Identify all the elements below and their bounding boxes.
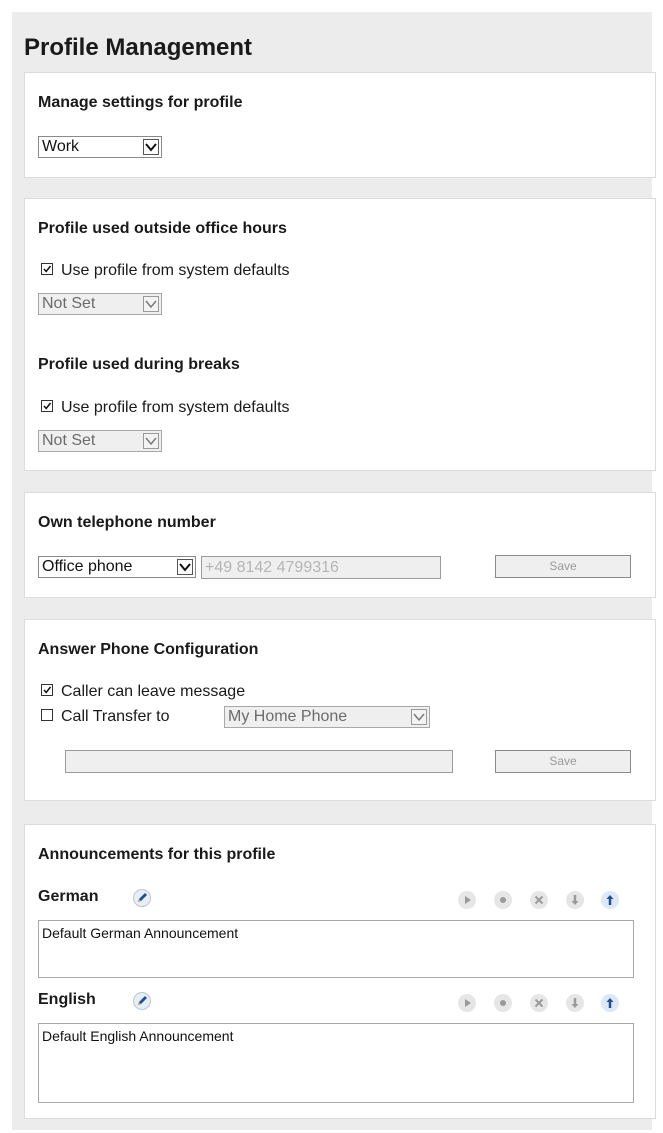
chevron-down-icon [143,139,159,155]
phone-type-select[interactable]: Office phone [38,556,196,578]
checkbox-unchecked-icon[interactable] [41,708,53,721]
chevron-down-icon [143,296,159,312]
answer-phone-title: Answer Phone Configuration [38,641,259,658]
chevron-down-icon [411,709,427,725]
download-icon[interactable] [566,994,584,1012]
own-number-save-button[interactable]: Save [495,555,631,578]
answer-phone-panel: Answer Phone Configuration Caller can le… [24,619,656,801]
chevron-down-icon [143,433,159,449]
play-icon[interactable] [458,891,476,909]
manage-settings-title: Manage settings for profile [38,94,243,111]
own-number-input[interactable]: +49 8142 4799316 [201,556,441,579]
caller-leave-message-checkbox[interactable]: Caller can leave message [41,683,245,701]
checkbox-checked-icon[interactable] [41,683,53,696]
delete-icon[interactable] [530,891,548,909]
own-number-panel: Own telephone number Office phone +49 81… [24,492,656,598]
breaks-select-value: Not Set [42,432,96,449]
outside-hours-select[interactable]: Not Set [38,293,162,315]
outside-hours-checkbox-label: Use profile from system defaults [61,262,290,279]
record-icon[interactable] [494,891,512,909]
edit-icon[interactable] [133,992,151,1010]
call-transfer-checkbox[interactable]: Call Transfer to [41,708,169,726]
breaks-checkbox-label: Use profile from system defaults [61,399,290,416]
profile-select-value: Work [42,138,80,155]
announcements-title: Announcements for this profile [38,846,276,863]
german-announcement-text[interactable]: Default German Announcement [38,920,634,978]
answer-phone-save-button[interactable]: Save [495,750,631,773]
announcement-language-german: German [38,888,99,905]
own-number-title: Own telephone number [38,514,216,531]
english-announcement-text[interactable]: Default English Announcement [38,1023,634,1103]
manage-settings-panel: Manage settings for profile Work [24,72,656,178]
play-icon[interactable] [458,994,476,1012]
delete-icon[interactable] [530,994,548,1012]
phone-type-select-value: Office phone [42,558,133,575]
breaks-title: Profile used during breaks [38,356,240,373]
outside-hours-select-value: Not Set [42,295,96,312]
outside-hours-default-checkbox[interactable]: Use profile from system defaults [41,262,290,280]
profile-select[interactable]: Work [38,136,162,158]
breaks-select[interactable]: Not Set [38,430,162,452]
schedule-profiles-panel: Profile used outside office hours Use pr… [24,198,656,471]
announcements-panel: Announcements for this profile German De… [24,824,656,1119]
call-transfer-label: Call Transfer to [61,708,170,725]
breaks-default-checkbox[interactable]: Use profile from system defaults [41,399,290,417]
upload-icon[interactable] [601,891,619,909]
record-icon[interactable] [494,994,512,1012]
page-title: Profile Management [24,34,253,61]
checkbox-checked-icon[interactable] [41,399,53,412]
chevron-down-icon [177,559,193,575]
checkbox-checked-icon[interactable] [41,262,53,275]
caller-leave-message-label: Caller can leave message [61,683,246,700]
upload-icon[interactable] [601,994,619,1012]
announcement-language-english: English [38,991,96,1008]
transfer-number-input[interactable] [65,750,453,773]
edit-icon[interactable] [133,889,151,907]
outside-hours-title: Profile used outside office hours [38,220,287,237]
call-transfer-select-value: My Home Phone [228,708,348,725]
call-transfer-select[interactable]: My Home Phone [224,706,430,728]
download-icon[interactable] [566,891,584,909]
